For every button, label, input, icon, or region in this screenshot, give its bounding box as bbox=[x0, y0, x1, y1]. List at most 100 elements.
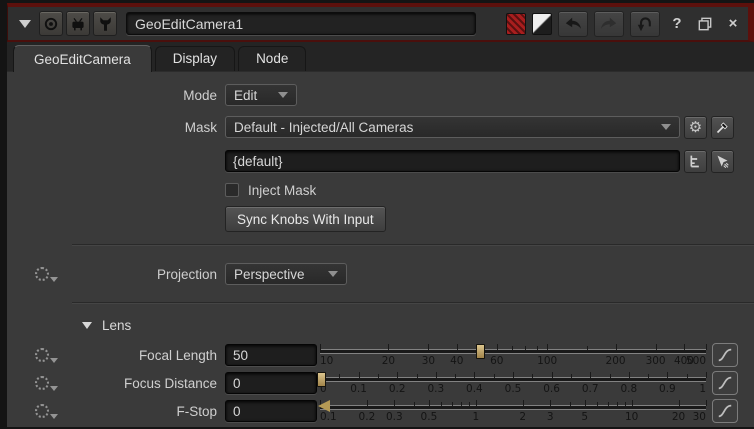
slider-tick-label: 0.1 bbox=[350, 383, 367, 395]
slider-tick bbox=[436, 372, 437, 378]
animation-dial-icon bbox=[35, 376, 49, 390]
lens-group-label: Lens bbox=[102, 318, 131, 333]
inject-mask-label: Inject Mask bbox=[248, 183, 316, 198]
divider bbox=[72, 302, 754, 304]
select-in-viewer-button[interactable] bbox=[711, 150, 734, 173]
mask-settings-button[interactable]: ⚙ bbox=[684, 116, 707, 139]
chevron-down-icon bbox=[661, 124, 671, 130]
sync-knobs-button[interactable]: Sync Knobs With Input bbox=[225, 206, 386, 232]
slider-tick bbox=[339, 374, 340, 378]
focal-length-slider[interactable]: 1020304060100200300400500 bbox=[320, 341, 706, 369]
f-stop-label: F-Stop bbox=[72, 404, 225, 419]
slider-tick bbox=[429, 400, 430, 406]
gl-color-swatch-button[interactable] bbox=[532, 13, 552, 35]
focal-length-input[interactable] bbox=[225, 344, 317, 366]
slider-tick-label: 0.3 bbox=[386, 411, 403, 423]
manage-knobs-button[interactable] bbox=[93, 11, 117, 36]
slider-track[interactable] bbox=[320, 349, 706, 354]
inject-mask-checkbox[interactable] bbox=[225, 183, 239, 197]
f-stop-input[interactable] bbox=[225, 400, 317, 422]
animation-dial-icon bbox=[35, 348, 49, 362]
revert-button[interactable] bbox=[630, 11, 660, 37]
slider-tick-label: 0.5 bbox=[505, 383, 522, 395]
tile-color-swatch-button[interactable] bbox=[506, 13, 526, 35]
mode-label: Mode bbox=[72, 88, 225, 103]
select-arrow-icon bbox=[715, 154, 730, 169]
slider-tick-label: 1 bbox=[699, 383, 706, 395]
chevron-down-icon bbox=[19, 20, 31, 28]
slider-tick-label: 0.6 bbox=[543, 383, 560, 395]
slider-tick bbox=[547, 344, 548, 350]
disclosure-triangle-icon bbox=[82, 322, 92, 329]
slider-handle[interactable] bbox=[317, 372, 326, 387]
tab-bar: GeoEditCamera Display Node bbox=[7, 42, 754, 72]
projection-value: Perspective bbox=[234, 267, 305, 282]
eyedropper-icon bbox=[715, 120, 730, 135]
slider-tick-label: 0.3 bbox=[427, 383, 444, 395]
focus-distance-input[interactable] bbox=[225, 372, 317, 394]
lens-group-header[interactable]: Lens bbox=[7, 312, 738, 341]
help-button[interactable]: ? bbox=[666, 12, 688, 36]
chevron-down-icon bbox=[50, 386, 58, 391]
panel-menu-button[interactable] bbox=[14, 12, 36, 36]
slider-tick-label: 0.1 bbox=[320, 411, 337, 423]
mask-dropdown[interactable]: Default - Injected/All Cameras bbox=[225, 116, 680, 138]
slider-tick-label: 40 bbox=[450, 355, 463, 367]
tab-geoeditcamera[interactable]: GeoEditCamera bbox=[13, 45, 152, 72]
slider-tick bbox=[320, 344, 321, 350]
node-name-input[interactable] bbox=[126, 12, 476, 35]
slider-tick-label: 10 bbox=[625, 411, 638, 423]
slider-tick bbox=[417, 374, 418, 378]
slider-below-range-arrow[interactable] bbox=[318, 400, 330, 412]
focus-distance-slider[interactable]: 00.10.20.30.40.50.60.70.80.91 bbox=[320, 369, 706, 397]
slider-tick-label: 0.2 bbox=[359, 411, 376, 423]
center-node-button[interactable] bbox=[39, 11, 63, 36]
close-button[interactable]: × bbox=[722, 12, 744, 36]
slider-tick-label: 0.4 bbox=[466, 383, 483, 395]
slider-tick-label: 30 bbox=[693, 411, 706, 423]
redo-icon bbox=[599, 16, 619, 32]
redo-button[interactable] bbox=[594, 11, 624, 37]
slider-tick bbox=[455, 374, 456, 378]
float-window-button[interactable] bbox=[66, 11, 90, 36]
slider-tick bbox=[532, 374, 533, 378]
float-restore-button[interactable] bbox=[694, 12, 716, 36]
tab-display[interactable]: Display bbox=[155, 46, 235, 71]
gear-icon: ⚙ bbox=[689, 120, 702, 135]
projection-label: Projection bbox=[72, 267, 225, 282]
focal-length-curve-button[interactable] bbox=[712, 343, 738, 367]
f-stop-animation-menu-button[interactable] bbox=[35, 404, 58, 418]
inject-mask-row: Inject Mask bbox=[7, 178, 738, 202]
slider-tick bbox=[616, 344, 617, 350]
slider-tick bbox=[388, 344, 389, 350]
restore-window-icon bbox=[698, 17, 712, 31]
slider-tick bbox=[378, 374, 379, 378]
slider-tick bbox=[571, 374, 572, 378]
mask-picker-button[interactable] bbox=[711, 116, 734, 139]
undo-button[interactable] bbox=[558, 11, 588, 37]
tab-node[interactable]: Node bbox=[238, 46, 306, 71]
projection-animation-menu-button[interactable] bbox=[35, 267, 58, 281]
scene-graph-button[interactable] bbox=[684, 150, 707, 173]
focus-distance-curve-button[interactable] bbox=[712, 371, 738, 395]
focus-distance-animation-menu-button[interactable] bbox=[35, 376, 58, 390]
curve-icon bbox=[716, 403, 734, 419]
f-stop-curve-button[interactable] bbox=[712, 399, 738, 423]
focal-length-animation-menu-button[interactable] bbox=[35, 348, 58, 362]
slider-tick bbox=[469, 402, 470, 406]
slider-tick bbox=[552, 372, 553, 378]
wrench-icon bbox=[98, 16, 113, 32]
slider-tick bbox=[414, 402, 415, 406]
slider-track[interactable] bbox=[320, 405, 706, 410]
slider-tick bbox=[523, 400, 524, 406]
animation-dial-icon bbox=[35, 404, 49, 418]
slider-tick-label: 0.2 bbox=[389, 383, 406, 395]
slider-handle[interactable] bbox=[476, 344, 485, 359]
mode-dropdown[interactable]: Edit bbox=[225, 84, 297, 106]
slider-tick-label: 100 bbox=[537, 355, 557, 367]
mask-expression-input[interactable] bbox=[225, 150, 680, 172]
projection-dropdown[interactable]: Perspective bbox=[225, 263, 347, 285]
f-stop-slider[interactable]: 0.10.20.30.51235102030 bbox=[320, 397, 706, 425]
slider-tick bbox=[608, 402, 609, 406]
slider-tick bbox=[684, 344, 685, 350]
